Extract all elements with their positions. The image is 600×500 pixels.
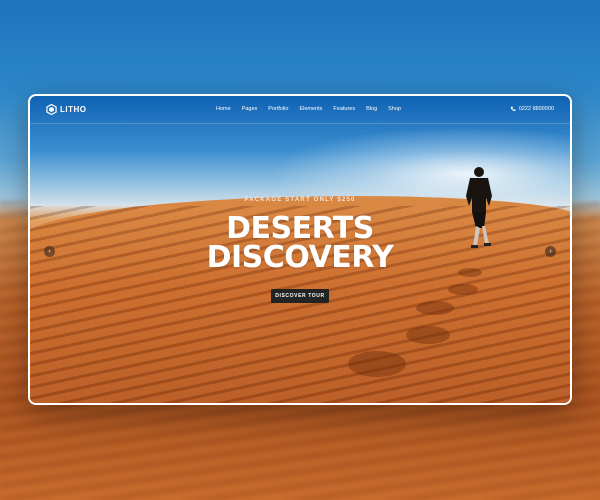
chevron-right-icon: › [549, 248, 552, 255]
slider-next-button[interactable]: › [545, 246, 556, 257]
hero-title-line-1: DESERTS [226, 211, 374, 246]
nav-item-portfolio[interactable]: Portfolio [268, 106, 288, 112]
nav-item-pages[interactable]: Pages [242, 106, 258, 112]
nav-item-features[interactable]: Features [333, 106, 355, 112]
brand-name: LITHO [60, 105, 87, 114]
clouds [270, 126, 570, 206]
nav-item-shop[interactable]: Shop [388, 106, 401, 112]
brand-logo[interactable]: LITHO [46, 104, 87, 115]
nav-item-blog[interactable]: Blog [366, 106, 377, 112]
logo-icon [46, 104, 57, 115]
footprint [348, 351, 406, 377]
main-menu: Home Pages Portfolio Elements Features B… [216, 106, 401, 112]
nav-divider [30, 123, 570, 124]
top-navigation: LITHO Home Pages Portfolio Elements Feat… [30, 96, 570, 124]
chevron-left-icon: ‹ [48, 248, 51, 255]
hero-title-line-2: DISCOVERY [206, 240, 394, 275]
phone-number: 0222 8899900 [518, 106, 554, 112]
phone-icon [510, 106, 516, 111]
footprint [416, 301, 454, 315]
hero-subtitle: PACKAGE START ONLY $250 [244, 197, 356, 203]
hero-title: DESERTS DISCOVERY [30, 211, 570, 275]
nav-item-home[interactable]: Home [216, 106, 231, 112]
phone-contact[interactable]: 0222 8899900 [510, 106, 554, 112]
footprint [448, 284, 478, 295]
nav-item-elements[interactable]: Elements [299, 106, 322, 112]
website-preview: LITHO Home Pages Portfolio Elements Feat… [28, 94, 572, 405]
discover-tour-button[interactable]: DISCOVER TOUR [271, 289, 329, 303]
slider-prev-button[interactable]: ‹ [44, 246, 55, 257]
footprint [406, 326, 450, 344]
